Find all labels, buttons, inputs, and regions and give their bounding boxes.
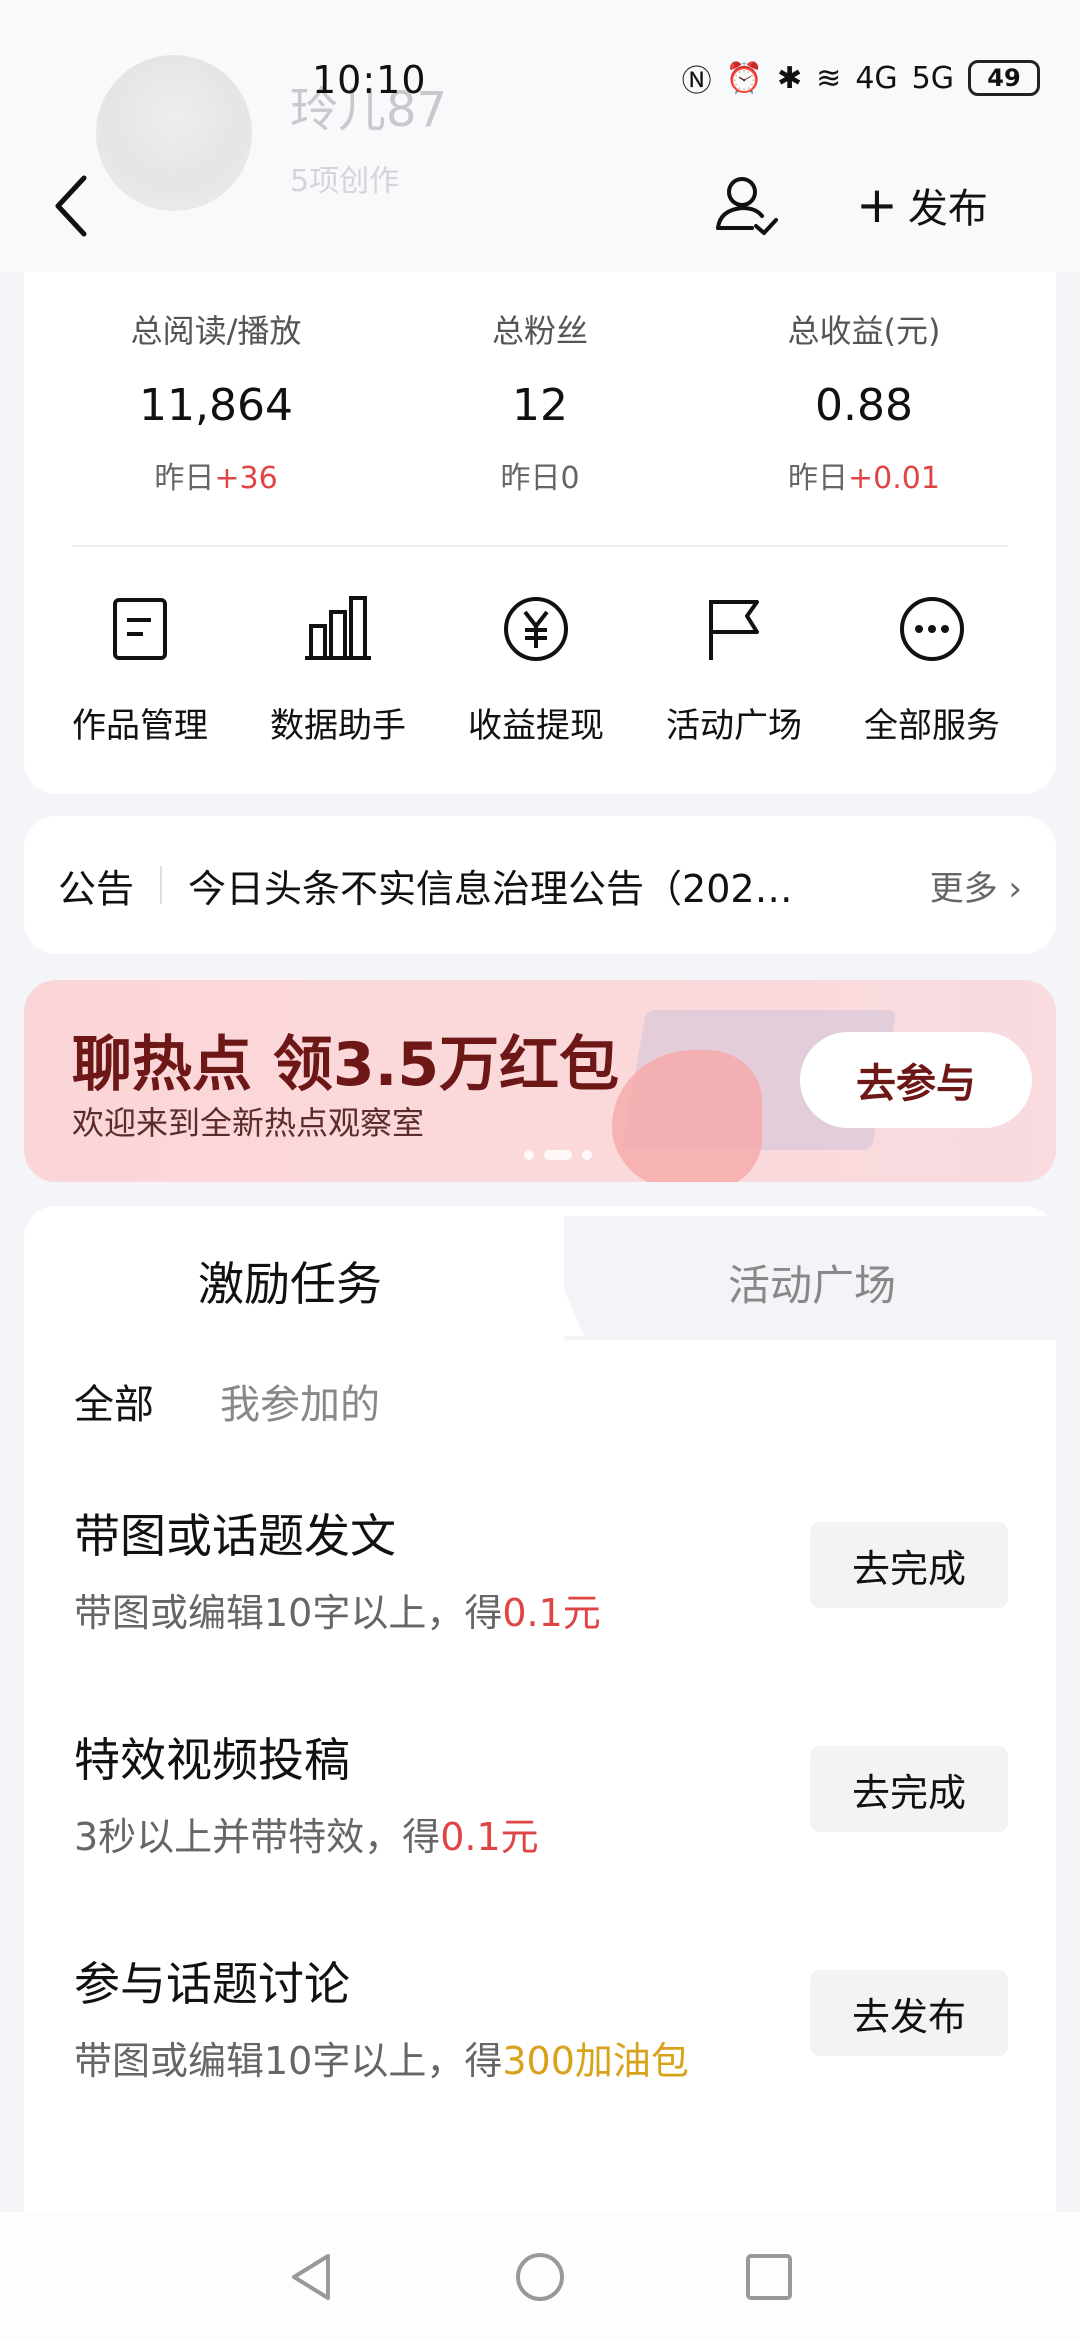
profile-header: 玲儿87 5项创作 10:10 Ⓝ ⏰ ✱ ≋ 4G 5G 49 + 发布	[0, 0, 1080, 272]
back-button[interactable]	[46, 170, 98, 242]
bar-chart-icon	[305, 596, 371, 660]
plus-icon: +	[856, 176, 898, 234]
task-desc: 带图或编辑10字以上，得300加油包	[74, 2039, 689, 2083]
signal-5g-icon: 5G	[911, 60, 954, 96]
promo-banner[interactable]: 聊热点 领3.5万红包 欢迎来到全新热点观察室 去参与	[24, 980, 1056, 1182]
status-icons: Ⓝ ⏰ ✱ ≋ 4G 5G 49	[682, 56, 1040, 100]
filter-mine[interactable]: 我参加的	[220, 1372, 380, 1430]
status-time: 10:10	[312, 58, 427, 102]
notice-text[interactable]: 今日头条不实信息治理公告（2023年…	[188, 858, 808, 913]
service-activity[interactable]: 活动广场	[634, 592, 834, 747]
service-income[interactable]: 收益提现	[436, 592, 636, 747]
flame-icon	[612, 1050, 762, 1182]
stat-label: 总阅读/播放	[130, 312, 302, 350]
stat-sub: 昨日+36	[154, 461, 278, 496]
carousel-dots	[524, 1150, 592, 1160]
stat-label: 总收益(元)	[787, 312, 941, 350]
service-label: 全部服务	[864, 706, 1000, 746]
stats-card: 总阅读/播放 11,864 昨日+36 总粉丝 12 昨日0 总收益(元) 0.…	[24, 272, 1056, 794]
task-desc: 带图或编辑10字以上，得0.1元	[74, 1591, 601, 1635]
stat-reads[interactable]: 总阅读/播放 11,864 昨日+36	[66, 306, 366, 497]
chevron-right-icon: ›	[1008, 868, 1022, 909]
system-nav-bar	[0, 2212, 1080, 2340]
service-data[interactable]: 数据助手	[238, 592, 438, 747]
service-label: 收益提现	[468, 706, 604, 746]
more-icon	[900, 597, 964, 661]
service-all[interactable]: 全部服务	[832, 592, 1032, 747]
notice-tag: 公告	[58, 866, 135, 911]
task-desc: 3秒以上并带特效，得0.1元	[74, 1815, 539, 1859]
nav-recents-icon[interactable]	[742, 2250, 796, 2304]
service-works[interactable]: 作品管理	[40, 592, 240, 747]
notice-separator	[160, 866, 163, 904]
filter-all[interactable]: 全部	[74, 1372, 154, 1430]
stat-income[interactable]: 总收益(元) 0.88 昨日+0.01	[714, 306, 1014, 497]
document-icon	[113, 598, 167, 660]
task-title: 参与话题讨论	[74, 1957, 350, 2011]
carousel-dot	[582, 1150, 592, 1160]
carousel-dot	[524, 1150, 534, 1160]
avatar[interactable]	[96, 55, 252, 211]
notice-more-link[interactable]: 更多 ›	[930, 861, 1022, 910]
task-publish-button[interactable]: 去发布	[810, 1970, 1008, 2056]
notice-bar[interactable]: 公告 今日头条不实信息治理公告（2023年… 更多 ›	[24, 816, 1056, 954]
nav-back-icon[interactable]	[284, 2250, 338, 2304]
yen-icon	[504, 597, 568, 661]
tab-incentive[interactable]: 激励任务	[198, 1248, 382, 1314]
task-title: 带图或话题发文	[74, 1509, 396, 1563]
stat-fans[interactable]: 总粉丝 12 昨日0	[390, 306, 690, 497]
banner-desc: 欢迎来到全新热点观察室	[72, 1104, 425, 1142]
task-complete-button[interactable]: 去完成	[810, 1746, 1008, 1832]
stat-value: 0.88	[815, 380, 913, 431]
banner-join-button[interactable]: 去参与	[800, 1032, 1032, 1128]
stat-sub: 昨日+0.01	[788, 461, 940, 496]
bluetooth-icon: ✱	[777, 60, 803, 96]
battery-icon: 49	[968, 60, 1040, 96]
divider	[72, 545, 1008, 547]
stat-sub: 昨日0	[500, 461, 580, 496]
nav-home-icon[interactable]	[513, 2250, 567, 2304]
task-complete-button[interactable]: 去完成	[810, 1522, 1008, 1608]
user-check-icon[interactable]	[712, 170, 782, 240]
flag-icon	[709, 600, 759, 660]
service-label: 作品管理	[72, 706, 208, 746]
signal-4g-icon: 4G	[855, 60, 898, 96]
carousel-dot-active	[544, 1150, 572, 1160]
publish-button[interactable]: + 发布	[856, 176, 988, 234]
stat-label: 总粉丝	[491, 312, 588, 350]
task-title: 特效视频投稿	[74, 1733, 350, 1787]
banner-title: 聊热点 领3.5万红包	[72, 1030, 620, 1100]
wifi-icon: ≋	[816, 60, 842, 96]
tab-activity[interactable]: 活动广场	[728, 1252, 896, 1313]
nfc-icon: Ⓝ	[681, 64, 712, 99]
stat-value: 11,864	[139, 380, 293, 431]
service-label: 活动广场	[666, 706, 802, 746]
profile-subinfo: 5项创作	[290, 164, 400, 199]
service-label: 数据助手	[270, 706, 406, 746]
alarm-icon: ⏰	[725, 60, 764, 96]
stat-value: 12	[512, 380, 568, 431]
publish-label: 发布	[907, 186, 988, 232]
